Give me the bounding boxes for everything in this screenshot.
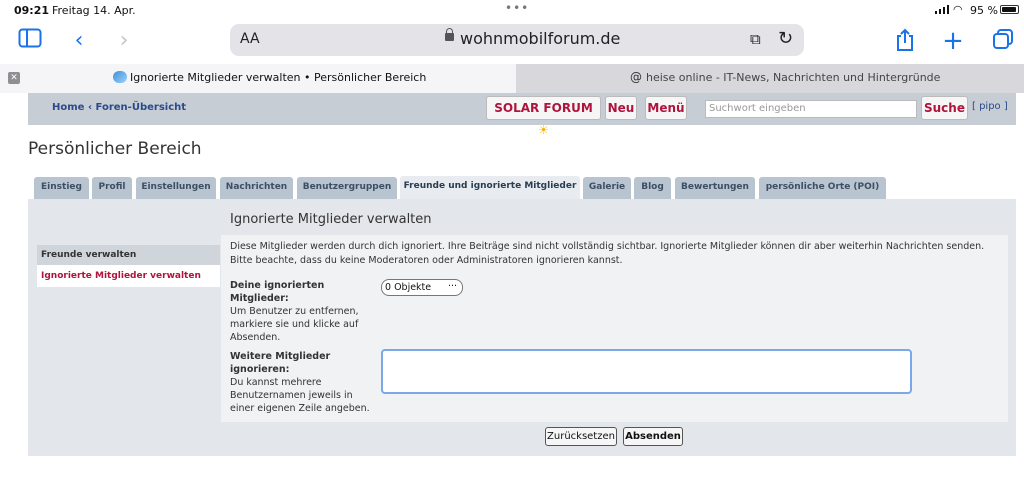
tab-bewertungen[interactable]: Bewertungen — [675, 177, 755, 199]
solar-forum-button[interactable]: SOLAR FORUM ☀ — [486, 96, 601, 137]
subnav-ignorierte-verwalten[interactable]: Ignorierte Mitglieder verwalten — [37, 265, 220, 287]
wifi-icon: ◠ — [953, 3, 963, 16]
address-bar[interactable]: AA wohnmobilforum.de ⧉ ↻ — [230, 24, 804, 56]
text-size-button[interactable]: AA — [240, 31, 260, 47]
tab-blog[interactable]: Blog — [634, 177, 671, 199]
description-text: Diese Mitglieder werden durch dich ignor… — [230, 241, 985, 266]
tab-profil[interactable]: Profil — [92, 177, 132, 199]
reset-button[interactable]: Zurücksetzen — [545, 427, 617, 446]
extension-icon[interactable]: ⧉ — [750, 30, 761, 48]
ucp-panel: Freunde verwalten Ignorierte Mitglieder … — [28, 199, 1016, 456]
clock: 09:21 — [14, 4, 50, 17]
battery-percentage: 95 % — [970, 4, 998, 17]
submit-button[interactable]: Absenden — [623, 427, 683, 446]
page-title: Persönlicher Bereich — [28, 139, 202, 159]
new-tab-icon[interactable]: + — [940, 28, 966, 54]
share-icon[interactable] — [892, 28, 918, 54]
lock-icon — [445, 28, 454, 41]
subnav-freunde-verwalten[interactable]: Freunde verwalten — [37, 245, 220, 265]
tab-benutzergruppen[interactable]: Benutzergruppen — [297, 177, 397, 199]
ignored-members-help: Um Benutzer zu entfernen, markiere sie u… — [230, 306, 359, 343]
tab-freunde-ignorierte[interactable]: Freunde und ignorierte Mitglieder — [400, 176, 580, 200]
ignored-members-label: Deine ignorierten Mitglieder: — [230, 280, 325, 304]
forward-icon[interactable]: › — [111, 28, 137, 54]
sidebar-icon[interactable] — [17, 28, 43, 54]
cellular-signal-icon — [935, 5, 949, 14]
tab-persoenliche-orte[interactable]: persönliche Orte (POI) — [759, 177, 886, 199]
tab-galerie[interactable]: Galerie — [583, 177, 631, 199]
tab-einstieg[interactable]: Einstieg — [34, 177, 89, 199]
tab-einstellungen[interactable]: Einstellungen — [136, 177, 216, 199]
tab-strip: ✕ Ignorierte Mitglieder verwalten • Pers… — [0, 64, 1024, 93]
forum-favicon-icon — [113, 71, 127, 83]
breadcrumb-forum-index[interactable]: Foren-Übersicht — [96, 102, 186, 113]
tab-heise[interactable]: @ heise online - IT-News, Nachrichten un… — [516, 64, 1024, 93]
reload-icon[interactable]: ↻ — [778, 28, 793, 49]
breadcrumb-home[interactable]: Home — [52, 102, 84, 113]
tab-title: heise online - IT-News, Nachrichten und … — [646, 71, 941, 84]
more-members-field-label: Weitere Mitglieder ignorieren: Du kannst… — [230, 350, 375, 415]
date: Freitag 14. Apr. — [52, 4, 136, 17]
ignore-members-textarea[interactable] — [381, 349, 912, 394]
breadcrumb-separator: ‹ — [87, 102, 93, 113]
new-button[interactable]: Neu — [605, 96, 637, 120]
battery-icon — [1000, 5, 1019, 14]
sub-navigation: Freunde verwalten Ignorierte Mitglieder … — [37, 245, 220, 287]
solar-forum-label: SOLAR FORUM — [494, 101, 593, 115]
ignored-members-select-value: 0 Objekte — [385, 282, 432, 293]
back-icon[interactable]: ‹ — [66, 28, 92, 54]
menu-button[interactable]: Menü — [645, 96, 687, 120]
heise-favicon-icon: @ — [630, 70, 642, 84]
tab-title: Ignorierte Mitglieder verwalten • Persön… — [130, 71, 427, 84]
search-input[interactable]: Suchwort eingeben — [705, 100, 917, 118]
tab-overview-icon[interactable] — [990, 28, 1016, 54]
user-link[interactable]: [ pipo ] — [972, 101, 1008, 112]
tab-active[interactable]: ✕ Ignorierte Mitglieder verwalten • Pers… — [0, 64, 516, 93]
multitasking-dots-icon[interactable]: ••• — [505, 1, 529, 15]
url-text[interactable]: wohnmobilforum.de — [460, 29, 620, 48]
more-members-label: Weitere Mitglieder ignorieren: — [230, 351, 331, 375]
browser-toolbar: ‹ › AA wohnmobilforum.de ⧉ ↻ + — [0, 20, 1024, 62]
sun-icon: ☀ — [538, 123, 549, 137]
status-bar: 09:21 Freitag 14. Apr. ••• ◠ 95 % — [0, 0, 1024, 20]
more-options-icon: ··· — [447, 281, 457, 292]
content-title: Ignorierte Mitglieder verwalten — [230, 212, 432, 227]
forum-header: Home ‹ Foren-Übersicht SOLAR FORUM ☀ Neu… — [28, 93, 1016, 137]
more-members-help: Du kannst mehrere Benutzernamen jeweils … — [230, 377, 370, 414]
breadcrumb: Home ‹ Foren-Übersicht — [52, 102, 186, 113]
ignored-members-select[interactable]: 0 Objekte ··· — [381, 279, 463, 296]
close-tab-icon[interactable]: ✕ — [8, 72, 20, 84]
content-box: Diese Mitglieder werden durch dich ignor… — [221, 235, 1008, 422]
tab-nachrichten[interactable]: Nachrichten — [220, 177, 293, 199]
ignored-members-field-label: Deine ignorierten Mitglieder: Um Benutze… — [230, 279, 375, 344]
search-button[interactable]: Suche — [921, 96, 968, 120]
